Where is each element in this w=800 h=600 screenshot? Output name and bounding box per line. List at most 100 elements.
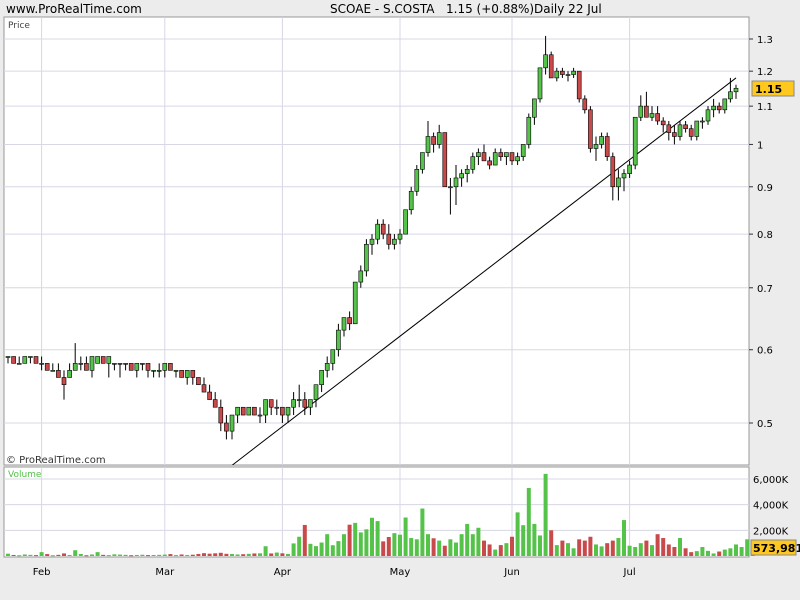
candle-body	[336, 329, 341, 351]
volume-bar	[325, 534, 330, 556]
candle-body	[11, 356, 16, 364]
volume-bar	[6, 553, 10, 556]
month-label: May	[390, 567, 411, 578]
candle-body	[711, 105, 716, 111]
volume-bar	[476, 527, 481, 556]
volume-bar	[482, 540, 486, 556]
candle-body	[593, 144, 599, 149]
volume-bar	[398, 534, 402, 556]
volume-bar	[297, 536, 302, 556]
price-tick-label: 0.8	[757, 230, 773, 241]
volume-bar	[504, 543, 509, 556]
volume-bar	[112, 554, 117, 556]
candle-body	[235, 406, 240, 416]
volume-bar	[554, 545, 559, 556]
candle-body	[84, 363, 89, 371]
candle-body	[285, 406, 291, 416]
volume-bar	[151, 554, 156, 556]
candle	[179, 370, 184, 378]
volume-bar	[274, 552, 279, 556]
volume-bar	[353, 522, 358, 556]
volume-bar	[246, 553, 251, 556]
volume-bar	[291, 543, 296, 556]
candle-body	[123, 363, 128, 365]
last-volume-badge: 573,981	[750, 539, 800, 556]
volume-bar	[459, 534, 464, 556]
volume-bar	[610, 540, 615, 556]
volume-bar	[594, 544, 598, 556]
candle-body	[291, 399, 296, 408]
candle-body	[515, 156, 520, 162]
candle-body	[375, 223, 380, 240]
price-tick-label: 1	[757, 140, 763, 151]
candle-body	[509, 152, 515, 162]
candle-body	[184, 370, 190, 378]
candle-body	[218, 406, 224, 424]
volume-bar	[689, 552, 694, 556]
volume-bar	[560, 540, 565, 556]
candle-body	[358, 270, 364, 283]
volume-bar	[90, 554, 94, 556]
volume-bar	[62, 553, 66, 556]
candle-body	[61, 377, 67, 385]
candle	[526, 113, 532, 149]
volume-bar	[330, 545, 335, 556]
candle-body	[532, 98, 537, 118]
volume-bar	[571, 548, 576, 556]
candle-body	[431, 136, 436, 145]
candle-body	[72, 363, 78, 371]
candle-body	[330, 349, 336, 364]
volume-bar	[269, 553, 274, 556]
candle-body	[112, 363, 117, 365]
price-tick-label: 1.1	[757, 102, 773, 113]
volume-bar	[678, 538, 682, 556]
candle-body	[179, 370, 184, 378]
volume-bar	[577, 539, 582, 556]
volume-bar	[56, 554, 61, 556]
candle	[11, 356, 16, 364]
volume-bar	[566, 543, 570, 556]
candle-body	[632, 116, 638, 166]
candle-body	[694, 120, 700, 137]
candle	[252, 406, 257, 416]
volume-bar	[140, 554, 145, 556]
volume-tick-label: 4,000K	[753, 501, 789, 512]
volume-bar	[11, 554, 16, 556]
price-panel	[3, 16, 750, 466]
last-price-value: 1.15	[755, 83, 782, 96]
candle-body	[201, 384, 207, 393]
candle	[246, 406, 252, 416]
candle-body	[280, 406, 285, 416]
candle-body	[252, 406, 257, 416]
candle-body	[565, 74, 571, 76]
candle-body	[571, 70, 576, 75]
candle-body	[492, 152, 498, 166]
candle-body	[263, 399, 268, 416]
volume-bar	[84, 555, 89, 557]
candle-body	[134, 363, 140, 371]
volume-bar	[218, 552, 223, 556]
volume-bar	[370, 517, 374, 556]
candle-body	[162, 363, 168, 371]
candle-body	[56, 370, 61, 378]
volume-bar	[224, 553, 229, 556]
candle-body	[156, 370, 162, 372]
candle-body	[425, 136, 431, 153]
candle	[95, 356, 100, 364]
volume-bar	[644, 540, 649, 556]
month-label: Feb	[33, 567, 51, 578]
candle-body	[369, 238, 375, 245]
volume-bar	[252, 553, 257, 556]
volume-bar	[638, 543, 643, 556]
candle-body	[420, 152, 425, 170]
volume-bar	[358, 532, 363, 556]
volume-bar	[364, 529, 369, 556]
candle-body	[481, 152, 487, 162]
price-tick-label: 0.6	[757, 346, 773, 357]
candle-body	[44, 363, 50, 371]
volume-bar	[162, 554, 167, 556]
candle-body	[470, 156, 476, 170]
volume-bar	[280, 553, 285, 556]
candle-body	[140, 363, 145, 365]
volume-bar	[588, 536, 593, 556]
